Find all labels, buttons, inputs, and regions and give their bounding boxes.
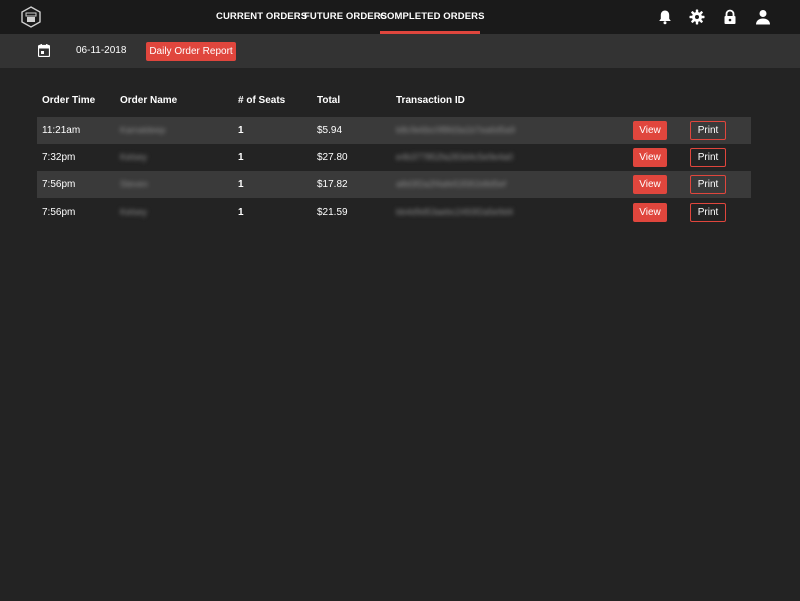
lock-icon[interactable]	[722, 9, 738, 25]
calendar-icon[interactable]	[38, 44, 50, 57]
header-total: Total	[317, 95, 341, 106]
tab-current-orders[interactable]: CURRENT ORDERS	[216, 0, 307, 34]
view-order-button[interactable]: View	[633, 175, 667, 194]
table-row: 11:21am Kamaldeep 1 $5.94 b8c9e6bc0f8fd3…	[37, 117, 751, 144]
cell-total: $17.82	[317, 179, 348, 190]
selected-date[interactable]: 06-11-2018	[76, 34, 126, 68]
cell-order-name: Steven	[120, 179, 149, 189]
cell-order-name: Kelsey	[120, 152, 148, 162]
table-row: 7:56pm Kelsey 1 $21.59 bb4d9d53aebc2493f…	[37, 199, 751, 226]
cell-order-name: Kamaldeep	[120, 125, 166, 135]
user-icon[interactable]	[755, 9, 771, 25]
view-order-button[interactable]: View	[633, 148, 667, 167]
cell-order-time: 7:56pm	[42, 179, 76, 190]
cell-seats: 1	[238, 179, 244, 190]
tab-completed-orders[interactable]: COMPLETED ORDERS	[380, 0, 484, 34]
print-order-button[interactable]: Print	[690, 175, 726, 194]
cell-order-time: 7:56pm	[42, 207, 76, 218]
cell-seats: 1	[238, 207, 244, 218]
orders-table-header: Order Time Order Name # of Seats Total T…	[37, 88, 751, 114]
header-transaction-id: Transaction ID	[396, 95, 465, 106]
shop-logo-icon[interactable]	[20, 6, 42, 28]
cell-transaction-id: a8d3f2a2f4afe53581b8d5ef	[396, 179, 507, 189]
table-row: 7:32pm Kelsey 1 $27.80 e4b377852fa283d4c…	[37, 144, 751, 171]
cell-total: $5.94	[317, 125, 343, 136]
header-seats: # of Seats	[238, 95, 286, 106]
cell-order-name: Kelsey	[120, 207, 148, 217]
header-order-name: Order Name	[120, 95, 178, 106]
tab-future-orders[interactable]: FUTURE ORDERS	[304, 0, 387, 34]
cell-transaction-id: b8c9e6bc0f8fd3a1b7ea6d5a9	[396, 125, 516, 135]
daily-order-report-button[interactable]: Daily Order Report	[146, 42, 236, 61]
view-order-button[interactable]: View	[633, 121, 667, 140]
cell-transaction-id: bb4d9d53aebc2493f2a5e9d4	[396, 207, 514, 217]
cell-transaction-id: e4b377852fa283d4c5e9e4a0	[396, 152, 514, 162]
gear-icon[interactable]	[689, 9, 705, 25]
header-order-time: Order Time	[42, 95, 96, 106]
cell-order-time: 7:32pm	[42, 152, 76, 163]
top-nav-bar: CURRENT ORDERS FUTURE ORDERS COMPLETED O…	[0, 0, 800, 34]
bell-icon[interactable]	[657, 9, 673, 25]
print-order-button[interactable]: Print	[690, 121, 726, 140]
cell-seats: 1	[238, 152, 244, 163]
view-order-button[interactable]: View	[633, 203, 667, 222]
cell-seats: 1	[238, 125, 244, 136]
cell-total: $21.59	[317, 207, 348, 218]
print-order-button[interactable]: Print	[690, 148, 726, 167]
print-order-button[interactable]: Print	[690, 203, 726, 222]
cell-order-time: 11:21am	[42, 125, 81, 136]
cell-total: $27.80	[317, 152, 348, 163]
date-toolbar: 06-11-2018 Daily Order Report	[0, 34, 800, 68]
table-row: 7:56pm Steven 1 $17.82 a8d3f2a2f4afe5358…	[37, 171, 751, 198]
